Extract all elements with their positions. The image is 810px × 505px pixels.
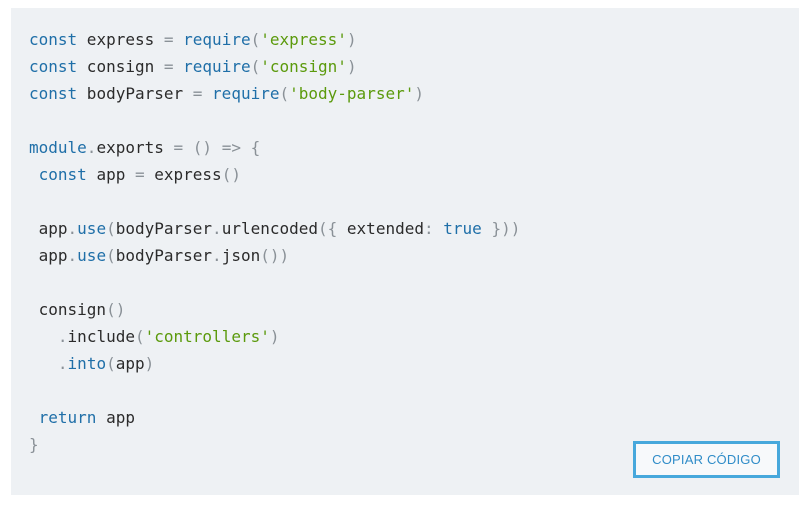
- code-token: app: [86, 165, 135, 184]
- code-token: extended: [337, 219, 424, 238]
- code-token: ()): [260, 246, 290, 265]
- code-token: consign: [29, 300, 107, 319]
- code-line: app.use(bodyParser.json()): [29, 242, 520, 269]
- code-token: :: [423, 219, 434, 238]
- code-token: return: [38, 408, 97, 427]
- code-token: urlencoded: [221, 219, 319, 238]
- code-token: .: [67, 219, 78, 238]
- code-token: 'body-parser': [289, 84, 415, 103]
- code-token: true: [443, 219, 482, 238]
- code-token: ): [269, 327, 280, 346]
- code-content: const express = require('express') const …: [29, 26, 520, 458]
- code-token: =: [134, 165, 145, 184]
- code-token: (): [221, 165, 241, 184]
- code-line: const consign = require('consign'): [29, 53, 520, 80]
- code-token: }: [29, 435, 39, 454]
- code-token: =: [163, 30, 174, 49]
- code-token: ): [346, 30, 357, 49]
- code-token: require: [183, 57, 251, 76]
- code-token: bodyParser: [77, 84, 193, 103]
- code-line: const app = express(): [29, 161, 520, 188]
- code-token: (: [279, 84, 290, 103]
- code-token: =>: [221, 138, 241, 157]
- code-token: ): [144, 354, 155, 373]
- code-token: ): [346, 57, 357, 76]
- code-token: app: [29, 219, 68, 238]
- code-line: consign(): [29, 296, 520, 323]
- code-token: (: [106, 354, 116, 373]
- code-token: use: [77, 246, 107, 265]
- code-token: ({: [318, 219, 338, 238]
- code-token: .: [212, 219, 222, 238]
- code-token: (: [134, 327, 145, 346]
- code-token: .: [57, 327, 68, 346]
- code-line: const bodyParser = require('body-parser'…: [29, 80, 520, 107]
- code-token: =: [163, 57, 174, 76]
- code-line: .include('controllers'): [29, 323, 520, 350]
- code-token: .: [86, 138, 97, 157]
- code-token: {: [250, 138, 261, 157]
- code-token: (: [106, 219, 116, 238]
- code-token: json: [221, 246, 261, 265]
- code-token: (: [250, 57, 261, 76]
- code-block: const express = require('express') const …: [11, 8, 799, 495]
- code-token: into: [67, 354, 107, 373]
- code-token: exports: [96, 138, 174, 157]
- code-token: (): [106, 300, 126, 319]
- code-line: module.exports = () => {: [29, 134, 520, 161]
- code-token: (): [192, 138, 213, 157]
- code-token: express: [77, 30, 164, 49]
- code-token: consign: [77, 57, 164, 76]
- code-line: .into(app): [29, 350, 520, 377]
- code-token: const: [38, 165, 87, 184]
- code-line: return app: [29, 404, 520, 431]
- code-token: include: [67, 327, 135, 346]
- code-token: 'controllers': [144, 327, 270, 346]
- code-token: app: [29, 246, 68, 265]
- code-token: bodyParser: [115, 246, 213, 265]
- code-token: .: [67, 246, 78, 265]
- code-token: const: [29, 30, 78, 49]
- code-token: app: [115, 354, 145, 373]
- code-token: require: [212, 84, 280, 103]
- code-token: })): [491, 219, 521, 238]
- code-token: const: [29, 84, 78, 103]
- code-token: app: [96, 408, 135, 427]
- code-token: 'express': [260, 30, 347, 49]
- code-token: =: [192, 84, 203, 103]
- code-token: =: [173, 138, 184, 157]
- code-line: const express = require('express'): [29, 26, 520, 53]
- code-line: }: [29, 431, 520, 458]
- code-token: (: [106, 246, 116, 265]
- code-token: require: [183, 30, 251, 49]
- code-token: module: [29, 138, 87, 157]
- code-token: 'consign': [260, 57, 347, 76]
- copy-code-button[interactable]: COPIAR CÓDIGO: [633, 441, 780, 478]
- code-token: .: [57, 354, 68, 373]
- code-token: ): [414, 84, 424, 103]
- code-token: bodyParser: [115, 219, 213, 238]
- code-line: app.use(bodyParser.urlencoded({ extended…: [29, 215, 521, 242]
- code-token: (: [250, 30, 261, 49]
- code-token: const: [29, 57, 78, 76]
- code-token: .: [212, 246, 222, 265]
- code-token: express: [144, 165, 222, 184]
- code-token: use: [77, 219, 107, 238]
